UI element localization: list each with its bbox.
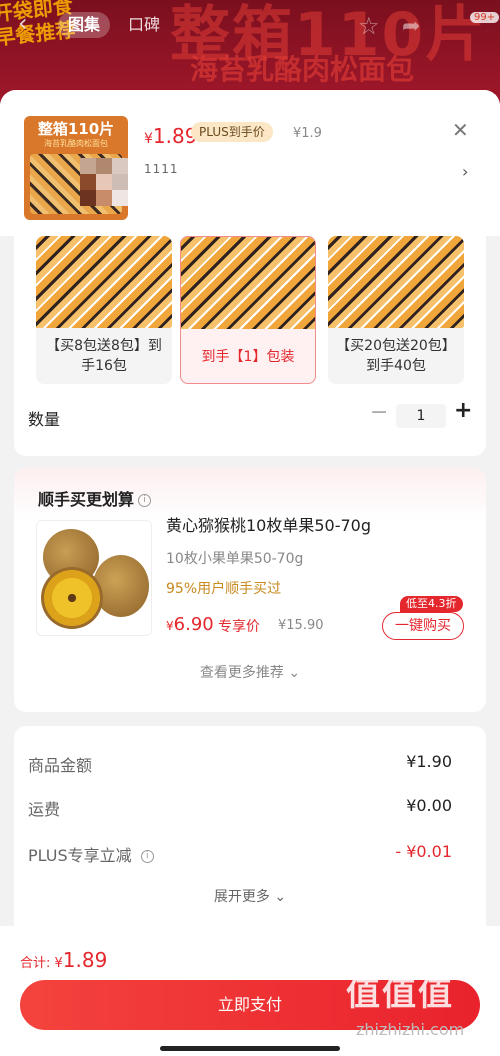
summary-row-shipping: 运费 ¥0.00 xyxy=(28,796,452,819)
option-buy20-get20[interactable]: 【买20包送20包】到手40包 xyxy=(328,236,464,384)
order-summary: 商品金额 ¥1.90 运费 ¥0.00 PLUS专享立减 i- ¥0.01 展开更多… xyxy=(14,726,486,926)
thumbnail-title: 整箱110片 xyxy=(37,120,115,138)
original-price: ¥1.9 xyxy=(293,126,322,141)
mosaic-blur xyxy=(80,158,128,206)
quantity-minus-button[interactable]: − xyxy=(370,400,388,425)
watermark-domain: zhizhizhi.com xyxy=(356,1020,465,1039)
close-icon[interactable]: ✕ xyxy=(452,118,469,142)
addon-spec: 10枚小果单果50-70g xyxy=(166,551,304,567)
message-badge: 99+ xyxy=(470,12,500,23)
quantity-input[interactable]: 1 xyxy=(396,404,446,428)
info-icon[interactable]: i xyxy=(138,494,152,507)
kiwi-image[interactable] xyxy=(36,520,152,636)
quantity-label: 数量 xyxy=(28,410,61,429)
addon-exclusive-label: 专享价 xyxy=(218,619,260,635)
thumbnail-subtitle: 海苔乳酪肉松面包 xyxy=(44,139,108,148)
summary-row-goods: 商品金额 ¥1.90 xyxy=(28,752,452,775)
banner-subtitle: 海苔乳酪肉松面包 xyxy=(190,53,415,86)
option-image xyxy=(36,236,172,328)
plus-price-badge: PLUS到手价 xyxy=(191,122,273,142)
summary-row-plus-discount: PLUS专享立减 i- ¥0.01 xyxy=(28,842,452,865)
chevron-left-icon[interactable]: ‹ xyxy=(18,9,28,37)
one-click-buy-button[interactable]: 一键购买 xyxy=(382,612,464,640)
addon-title: 顺手买更划算 i xyxy=(38,486,152,510)
option-single-pack[interactable]: 到手【1】包装 xyxy=(180,236,316,384)
purchase-sheet: 整箱110片 海苔乳酪肉松面包 ¥1.89 PLUS到手价 ¥1.9 ✕ 111… xyxy=(0,90,500,1056)
addon-recommendation-card: 顺手买更划算 i 黄心猕猴桃10枚单果50-70g 10枚小果单果50-70g 9… xyxy=(14,468,486,712)
tab-reviews[interactable]: 口碑 xyxy=(118,12,170,38)
option-image xyxy=(181,237,315,329)
option-image xyxy=(328,236,464,328)
home-indicator xyxy=(160,1046,340,1051)
addon-social-proof: 95%用户顺手买过 xyxy=(166,581,282,597)
top-nav: ‹ 图集 口碑 ☆ ➦ 99+ xyxy=(0,6,500,42)
addon-original-price: ¥15.90 xyxy=(278,618,324,633)
info-icon[interactable]: i xyxy=(140,850,154,863)
quantity-plus-button[interactable]: + xyxy=(454,398,472,423)
option-label: 到手【1】包装 xyxy=(201,349,295,365)
share-icon[interactable]: ➦ xyxy=(402,14,420,39)
selected-spec[interactable]: 1111 xyxy=(144,162,179,176)
option-label: 【买8包送8包】到手16包 xyxy=(46,338,162,374)
expand-more-link[interactable]: 展开更多 ⌄ xyxy=(14,886,486,906)
more-recommendations-link[interactable]: 查看更多推荐 ⌄ xyxy=(14,662,486,682)
options-card: 【买8包送8包】到手16包 到手【1】包装 【买20包送20包】到手40包 数量… xyxy=(14,236,486,456)
chevron-right-icon[interactable]: › xyxy=(462,162,468,181)
addon-price: ¥6.90 xyxy=(166,614,214,635)
watermark-logo: 值值值 xyxy=(346,976,454,1013)
chevron-down-icon: ⌄ xyxy=(274,889,287,905)
star-icon[interactable]: ☆ xyxy=(358,12,380,40)
discount-tag: 低至4.3折 xyxy=(400,596,463,612)
total-amount: 合计: ¥1.89 xyxy=(20,948,108,972)
product-header: 整箱110片 海苔乳酪肉松面包 ¥1.89 PLUS到手价 ¥1.9 ✕ 111… xyxy=(0,90,500,236)
checkout-bar: 合计: ¥1.89 立即支付 值值值 zhizhizhi.com xyxy=(0,926,500,1056)
product-price: ¥1.89 xyxy=(144,124,198,148)
option-buy8-get8[interactable]: 【买8包送8包】到手16包 xyxy=(36,236,172,384)
chevron-down-icon: ⌄ xyxy=(288,665,301,681)
option-label: 【买20包送20包】到手40包 xyxy=(336,338,456,374)
tab-gallery[interactable]: 图集 xyxy=(58,12,111,38)
addon-product-name[interactable]: 黄心猕猴桃10枚单果50-70g xyxy=(166,512,371,536)
